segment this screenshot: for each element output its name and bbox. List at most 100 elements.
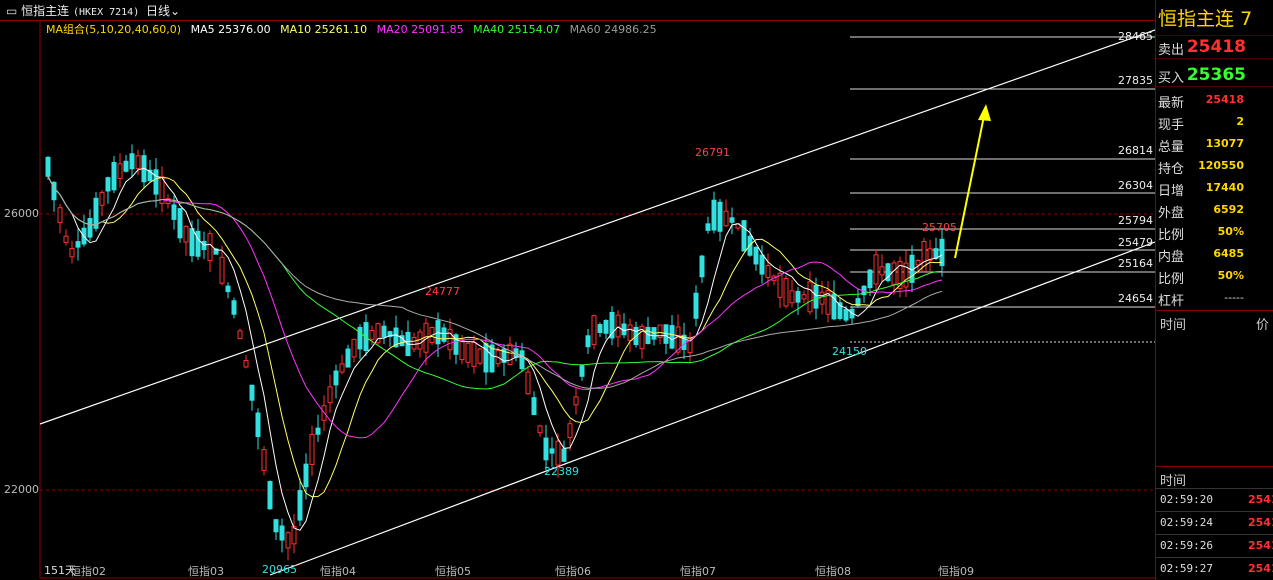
candle-body	[345, 348, 351, 368]
candle-body	[519, 350, 525, 370]
divider	[1156, 310, 1273, 311]
level-label: 27835	[1118, 74, 1153, 87]
candle-body	[123, 160, 129, 172]
candle-body	[411, 337, 417, 350]
candle-body	[129, 153, 135, 170]
ma40-label: MA40 25154.07	[473, 23, 561, 36]
candle-body	[297, 490, 303, 521]
candle-body	[693, 292, 699, 319]
candle-body	[273, 519, 279, 533]
ma20-label: MA20 25091.85	[376, 23, 464, 36]
time-axis-label: 恒指02	[70, 565, 106, 578]
instrument-name: 恒指主连	[21, 4, 70, 18]
candle-body	[315, 427, 321, 435]
chevron-down-icon[interactable]: ⌄	[170, 4, 180, 18]
candle-body	[237, 330, 243, 340]
candle-body	[327, 386, 333, 404]
period-selector[interactable]: 日线⌄	[146, 2, 180, 19]
tick-row: 02:59:202541	[1156, 488, 1273, 511]
candle-body	[729, 217, 735, 223]
peak-annotation: 26791	[695, 146, 730, 159]
time-axis-label: 恒指06	[555, 565, 591, 578]
ticks-header: 时间	[1160, 474, 1187, 489]
candle-body	[867, 269, 873, 289]
candle-body	[627, 324, 633, 341]
candle-body	[537, 425, 543, 434]
candle-body	[879, 266, 885, 276]
candle-body	[819, 291, 825, 305]
tick-row: 02:59:242541	[1156, 511, 1273, 534]
candlestick-chart[interactable]	[0, 0, 1155, 580]
candle-body	[369, 329, 375, 340]
ask-row[interactable]: 卖出 25418	[1156, 35, 1273, 59]
level-label: 24654	[1118, 292, 1153, 305]
quote-row: 总量 13077	[1158, 137, 1244, 155]
candle-body	[333, 370, 339, 386]
candle-body	[711, 199, 717, 231]
period-label: 日线	[146, 4, 171, 18]
candle-body	[759, 254, 765, 275]
candle-body	[609, 311, 615, 339]
instrument-title[interactable]: ▭ 恒指主连 (HKEX 7214)	[6, 2, 139, 19]
candle-body	[933, 248, 939, 259]
candle-body	[531, 397, 537, 416]
candle-body	[243, 360, 249, 368]
candle-body	[357, 327, 363, 350]
candle-body	[249, 384, 255, 401]
price-column-header: 价	[1256, 318, 1270, 333]
candle-body	[561, 448, 567, 462]
quote-row: 内盘 6485	[1158, 247, 1244, 265]
candle-body	[597, 324, 603, 333]
level-label: 25794	[1118, 214, 1153, 227]
quote-row: 日增 17440	[1158, 181, 1244, 199]
ma5-label: MA5 25376.00	[190, 23, 271, 36]
candle-body	[171, 204, 177, 220]
candle-body	[777, 272, 783, 298]
candle-body	[309, 433, 315, 465]
candle-body	[723, 210, 729, 227]
candle-body	[105, 177, 111, 192]
quote-row: 外盘 6592	[1158, 203, 1244, 221]
candle-body	[447, 328, 453, 351]
price-axis-label: 22000	[4, 483, 39, 496]
candle-body	[549, 448, 555, 454]
level-label: 26304	[1118, 179, 1153, 192]
candle-body	[789, 290, 795, 304]
tick-row: 02:59:262541	[1156, 534, 1273, 557]
candle-body	[135, 155, 141, 169]
candle-body	[939, 238, 945, 267]
candle-body	[303, 463, 309, 488]
candle-body	[225, 285, 231, 293]
candle-body	[765, 264, 771, 279]
candle-body	[231, 300, 237, 315]
candle-body	[267, 481, 273, 510]
candle-body	[741, 220, 747, 252]
lower-channel-line	[269, 241, 1155, 576]
candle-body	[603, 320, 609, 334]
candle-body	[543, 437, 549, 461]
ma-group-label[interactable]: MA组合(5,10,20,40,60,0)	[46, 23, 181, 36]
candle-body	[813, 285, 819, 309]
menu-icon[interactable]: ▭	[6, 4, 21, 18]
high-annotation: 24777	[425, 285, 460, 298]
candle-body	[111, 162, 117, 191]
candle-body	[291, 526, 297, 545]
time-axis-label: 恒指08	[815, 565, 851, 578]
candle-body	[579, 365, 585, 377]
level-label: 25164	[1118, 257, 1153, 270]
candle-body	[573, 396, 579, 406]
candle-body	[45, 156, 51, 177]
candle-body	[891, 262, 897, 285]
candle-body	[183, 225, 189, 243]
ask-price: 25418	[1186, 37, 1246, 57]
upper-channel-line	[39, 29, 1155, 425]
candle-body	[555, 440, 561, 466]
candle-body	[507, 343, 513, 365]
candle-body	[471, 342, 477, 367]
ma10-label: MA10 25261.10	[280, 23, 368, 36]
candle-body	[915, 260, 921, 266]
candle-body	[285, 532, 291, 549]
candle-body	[381, 325, 387, 338]
bid-row[interactable]: 买入 25365	[1156, 64, 1273, 87]
candle-body	[177, 208, 183, 239]
